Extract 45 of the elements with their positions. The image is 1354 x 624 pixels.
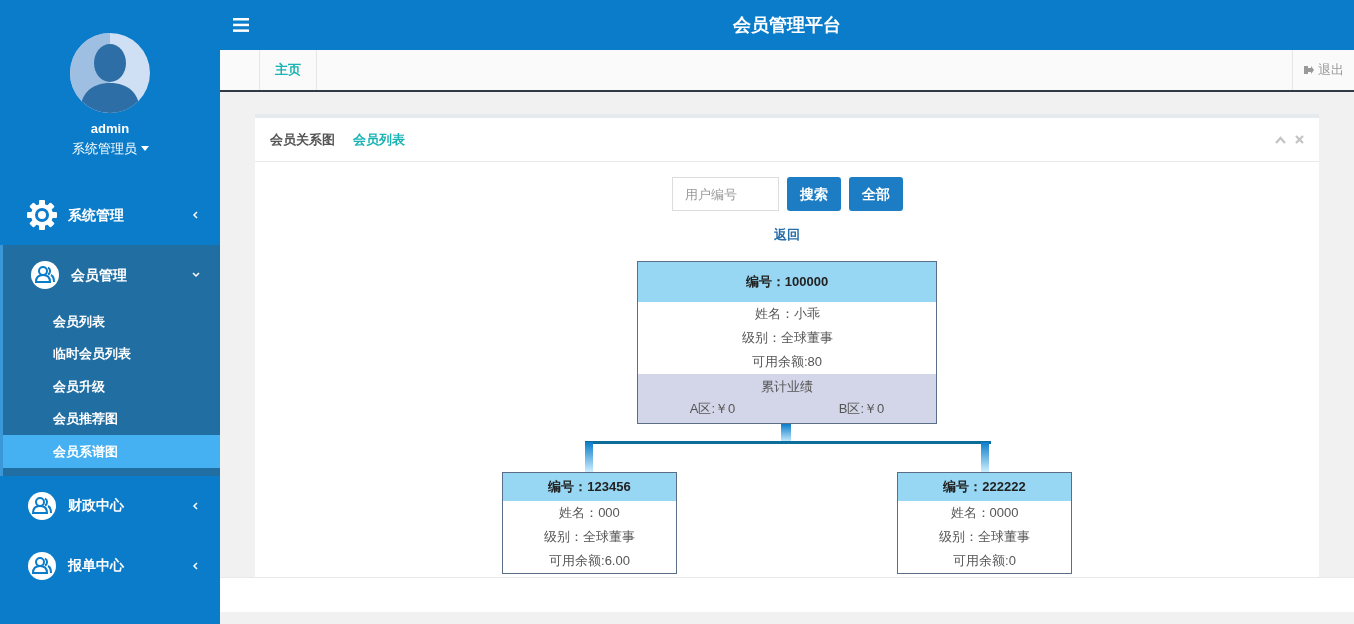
- submenu-item[interactable]: 临时会员列表: [3, 337, 220, 370]
- submenu-item[interactable]: 会员列表: [3, 305, 220, 338]
- users-icon: [30, 260, 60, 290]
- menu-item[interactable]: 系统管理: [0, 185, 220, 245]
- member-info: 姓名：0000: [949, 503, 1020, 522]
- submenu-item[interactable]: 会员系谱图: [3, 435, 220, 468]
- chevron-left-icon: [192, 211, 200, 219]
- gear-icon: [26, 199, 58, 231]
- logout-button[interactable]: 退出: [1292, 50, 1354, 90]
- member-id: 编号：123456: [503, 472, 676, 501]
- menu-item[interactable]: 财政中心: [0, 475, 220, 536]
- member-info: 可用余额:80: [750, 352, 824, 371]
- app-title: 会员管理平台: [733, 13, 841, 37]
- member-info: 级别：全球董事: [938, 527, 1031, 546]
- submenu-item[interactable]: 会员推荐图: [3, 402, 220, 435]
- submenu-item[interactable]: 会员升级: [3, 370, 220, 403]
- member-info: 可用余额:6.00: [548, 551, 631, 570]
- users-icon: [27, 550, 57, 581]
- back-link[interactable]: 返回: [774, 225, 800, 245]
- member-info: 级别：全球董事: [543, 527, 636, 546]
- user-role-dropdown[interactable]: 系统管理员: [0, 138, 220, 158]
- chevron-left-icon: [192, 561, 200, 570]
- panel-tab[interactable]: 会员关系图: [270, 129, 335, 150]
- area-a-total: A区:￥0: [689, 399, 736, 418]
- logout-icon: [1303, 65, 1314, 75]
- member-id: 编号：222222: [898, 472, 1071, 501]
- performance-title: 累计业绩: [760, 377, 814, 396]
- member-info: 可用余额:0: [952, 551, 1017, 570]
- chevron-down-icon: [192, 271, 200, 279]
- menu-item[interactable]: 报单中心: [0, 535, 220, 596]
- chevron-left-icon: [192, 501, 200, 510]
- panel-tab[interactable]: 会员列表: [353, 129, 405, 150]
- member-info: 姓名：小乖: [753, 304, 821, 323]
- action-button[interactable]: 全部: [848, 177, 903, 211]
- member-info: 级别：全球董事: [740, 328, 834, 347]
- caret-icon: [140, 145, 149, 151]
- action-button[interactable]: 搜索: [786, 177, 841, 211]
- user-id-field[interactable]: 用户编号: [671, 177, 779, 211]
- user-name: admin: [89, 120, 131, 138]
- area-b-total: B区:￥0: [838, 399, 885, 418]
- menu-icon[interactable]: [233, 18, 249, 32]
- member-info: 姓名：000: [558, 503, 621, 522]
- menu-item[interactable]: 会员管理: [3, 245, 220, 305]
- member-id: 编号：100000: [638, 261, 936, 302]
- users-icon: [27, 490, 57, 521]
